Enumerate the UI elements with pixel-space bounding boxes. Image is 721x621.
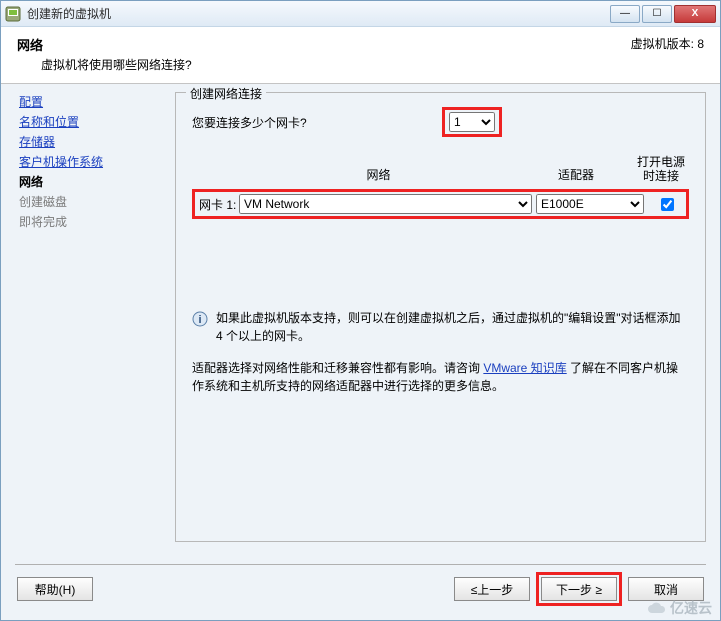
nic1-adapter-select[interactable]: E1000E <box>536 194 644 214</box>
highlight-nic-row: 网卡 1: VM Network E1000E <box>192 189 689 219</box>
back-button[interactable]: ≤上一步 <box>454 577 530 601</box>
step-config[interactable]: 配置 <box>19 92 175 112</box>
step-ready-complete: 即将完成 <box>19 212 175 232</box>
wizard-body: 配置 名称和位置 存储器 客户机操作系统 网络 创建磁盘 即将完成 创建网络连接… <box>1 84 720 568</box>
main-panel: 创建网络连接 您要连接多少个网卡? 1 网络 适配器 打开电源时连接 <box>175 92 706 568</box>
page-subtitle: 虚拟机将使用哪些网络连接? <box>41 56 631 73</box>
column-headers: 网络 适配器 打开电源时连接 <box>192 155 689 183</box>
step-create-disk: 创建磁盘 <box>19 192 175 212</box>
minimize-button[interactable]: — <box>610 5 640 23</box>
info-note: i 如果此虚拟机版本支持，则可以在创建虚拟机之后，通过虚拟机的"编辑设置"对话框… <box>192 309 689 345</box>
wizard-footer: 帮助(H) ≤上一步 下一步 ≥ 取消 <box>1 572 720 606</box>
highlight-nic-count: 1 <box>442 107 502 137</box>
network-groupbox: 创建网络连接 您要连接多少个网卡? 1 网络 适配器 打开电源时连接 <box>175 92 706 542</box>
nic1-label: 网卡 1: <box>197 196 239 213</box>
window-title: 创建新的虚拟机 <box>27 5 610 22</box>
col-adapter: 适配器 <box>519 166 633 183</box>
footer-separator <box>15 564 706 565</box>
adapter-info: 适配器选择对网络性能和迁移兼容性都有影响。请咨询 VMware 知识库 了解在不… <box>192 359 689 395</box>
kb-link[interactable]: VMware 知识库 <box>483 361 566 375</box>
vm-version-label: 虚拟机版本: 8 <box>631 35 704 73</box>
svg-text:i: i <box>198 314 201 326</box>
group-legend: 创建网络连接 <box>186 85 266 102</box>
info-text-1: 如果此虚拟机版本支持，则可以在创建虚拟机之后，通过虚拟机的"编辑设置"对话框添加… <box>216 309 689 345</box>
nic1-connect-checkbox[interactable] <box>661 198 674 211</box>
nic-count-question: 您要连接多少个网卡? <box>192 114 442 131</box>
step-name-location[interactable]: 名称和位置 <box>19 112 175 132</box>
info-icon: i <box>192 311 208 327</box>
col-network: 网络 <box>238 166 519 183</box>
window-controls: — ☐ X <box>610 5 716 23</box>
nic-count-select[interactable]: 1 <box>449 112 495 132</box>
wizard-window: 创建新的虚拟机 — ☐ X 网络 虚拟机将使用哪些网络连接? 虚拟机版本: 8 … <box>0 0 721 621</box>
maximize-button[interactable]: ☐ <box>642 5 672 23</box>
app-icon <box>5 6 21 22</box>
close-button[interactable]: X <box>674 5 716 23</box>
step-guest-os[interactable]: 客户机操作系统 <box>19 152 175 172</box>
next-button[interactable]: 下一步 ≥ <box>541 577 617 601</box>
wizard-header: 网络 虚拟机将使用哪些网络连接? 虚拟机版本: 8 <box>1 27 720 84</box>
titlebar: 创建新的虚拟机 — ☐ X <box>1 1 720 27</box>
col-power-connect: 打开电源时连接 <box>633 155 689 183</box>
highlight-next: 下一步 ≥ <box>536 572 622 606</box>
nic1-network-select[interactable]: VM Network <box>239 194 532 214</box>
wizard-steps: 配置 名称和位置 存储器 客户机操作系统 网络 创建磁盘 即将完成 <box>15 92 175 568</box>
help-button[interactable]: 帮助(H) <box>17 577 93 601</box>
cancel-button[interactable]: 取消 <box>628 577 704 601</box>
info2-part-a: 适配器选择对网络性能和迁移兼容性都有影响。请咨询 <box>192 361 483 375</box>
step-storage[interactable]: 存储器 <box>19 132 175 152</box>
page-title: 网络 <box>17 35 631 54</box>
step-network[interactable]: 网络 <box>19 172 175 192</box>
